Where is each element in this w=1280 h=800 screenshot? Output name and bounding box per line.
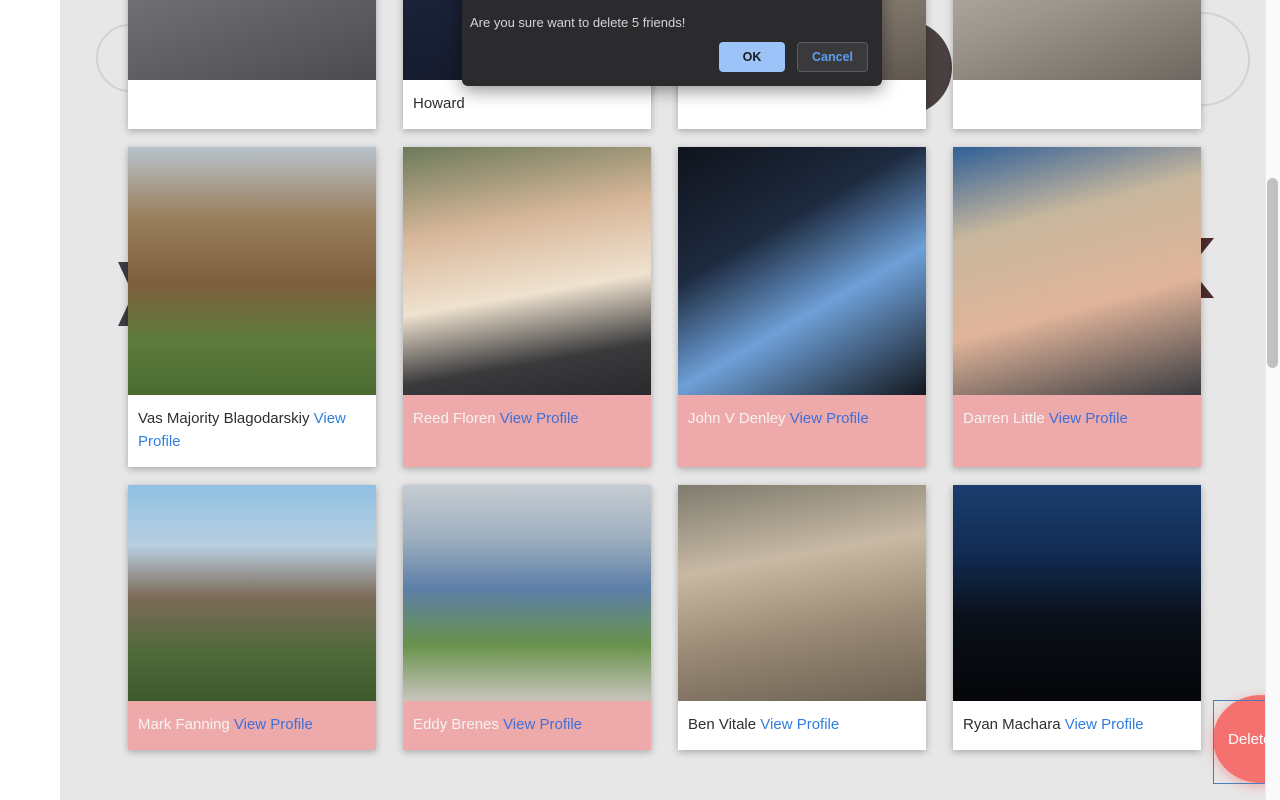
friend-photo (128, 485, 376, 701)
dialog-ok-button[interactable]: OK (719, 42, 785, 72)
friend-photo (678, 147, 926, 395)
friend-card[interactable]: Ben Vitale View Profile (678, 485, 926, 750)
friend-name: Darren Little (963, 410, 1045, 427)
friend-photo (403, 485, 651, 701)
vertical-scrollbar-track[interactable] (1265, 0, 1280, 800)
page-content-area: Howard Vas Majority Blagodarskiy View Pro… (60, 0, 1265, 800)
friend-caption: Ben Vitale View Profile (678, 701, 926, 750)
friend-name: John V Denley (688, 410, 786, 427)
friend-photo (128, 147, 376, 395)
friend-caption: John V Denley View Profile (678, 395, 926, 467)
friend-card[interactable]: Eddy Brenes View Profile (403, 485, 651, 750)
friend-card[interactable] (128, 0, 376, 129)
friend-caption: Vas Majority Blagodarskiy View Profile (128, 395, 376, 467)
friend-name: Vas Majority Blagodarskiy (138, 410, 310, 427)
friend-caption: Howard (403, 80, 651, 129)
view-profile-link[interactable]: View Profile (234, 716, 313, 733)
view-profile-link[interactable]: View Profile (1065, 716, 1144, 733)
view-profile-link[interactable]: View Profile (790, 410, 869, 427)
view-profile-link[interactable]: View Profile (760, 716, 839, 733)
dialog-message-text: Are you sure want to delete 5 friends! (470, 15, 686, 30)
friend-name: Reed Floren (413, 410, 496, 427)
friend-card[interactable]: Reed Floren View Profile (403, 147, 651, 467)
dialog-cancel-button[interactable]: Cancel (797, 42, 868, 72)
friend-caption: Ryan Machara View Profile (953, 701, 1201, 750)
friend-card[interactable]: Vas Majority Blagodarskiy View Profile (128, 147, 376, 467)
friend-photo (953, 485, 1201, 701)
friend-name: Howard (413, 95, 465, 112)
friend-name: Eddy Brenes (413, 716, 499, 733)
friend-caption: Mark Fanning View Profile (128, 701, 376, 750)
friend-caption: Darren Little View Profile (953, 395, 1201, 467)
friend-name: Ryan Machara (963, 716, 1061, 733)
friend-card[interactable]: John V Denley View Profile (678, 147, 926, 467)
vertical-scrollbar-thumb[interactable] (1267, 178, 1278, 368)
friend-card[interactable]: Ryan Machara View Profile (953, 485, 1201, 750)
browser-viewport: Howard Vas Majority Blagodarskiy View Pro… (0, 0, 1280, 800)
friend-photo (953, 0, 1201, 80)
view-profile-link[interactable]: View Profile (1049, 410, 1128, 427)
friend-caption: Eddy Brenes View Profile (403, 701, 651, 750)
friend-caption (128, 80, 376, 129)
confirm-delete-dialog: Are you sure want to delete 5 friends! O… (462, 0, 882, 86)
friend-card[interactable] (953, 0, 1201, 129)
friend-caption: Reed Floren View Profile (403, 395, 651, 467)
friend-photo (678, 485, 926, 701)
friend-card[interactable]: Darren Little View Profile (953, 147, 1201, 467)
friend-name: Ben Vitale (688, 716, 757, 733)
view-profile-link[interactable]: View Profile (500, 410, 579, 427)
friend-photo (953, 147, 1201, 395)
friends-grid: Howard Vas Majority Blagodarskiy View Pro… (128, 0, 1265, 750)
friend-caption (953, 80, 1201, 129)
dialog-button-row: OK Cancel (719, 42, 868, 72)
friend-name: Mark Fanning (138, 716, 230, 733)
friend-caption (678, 80, 926, 129)
friend-card[interactable]: Mark Fanning View Profile (128, 485, 376, 750)
friend-photo (403, 147, 651, 395)
view-profile-link[interactable]: View Profile (503, 716, 582, 733)
friend-photo (128, 0, 376, 80)
